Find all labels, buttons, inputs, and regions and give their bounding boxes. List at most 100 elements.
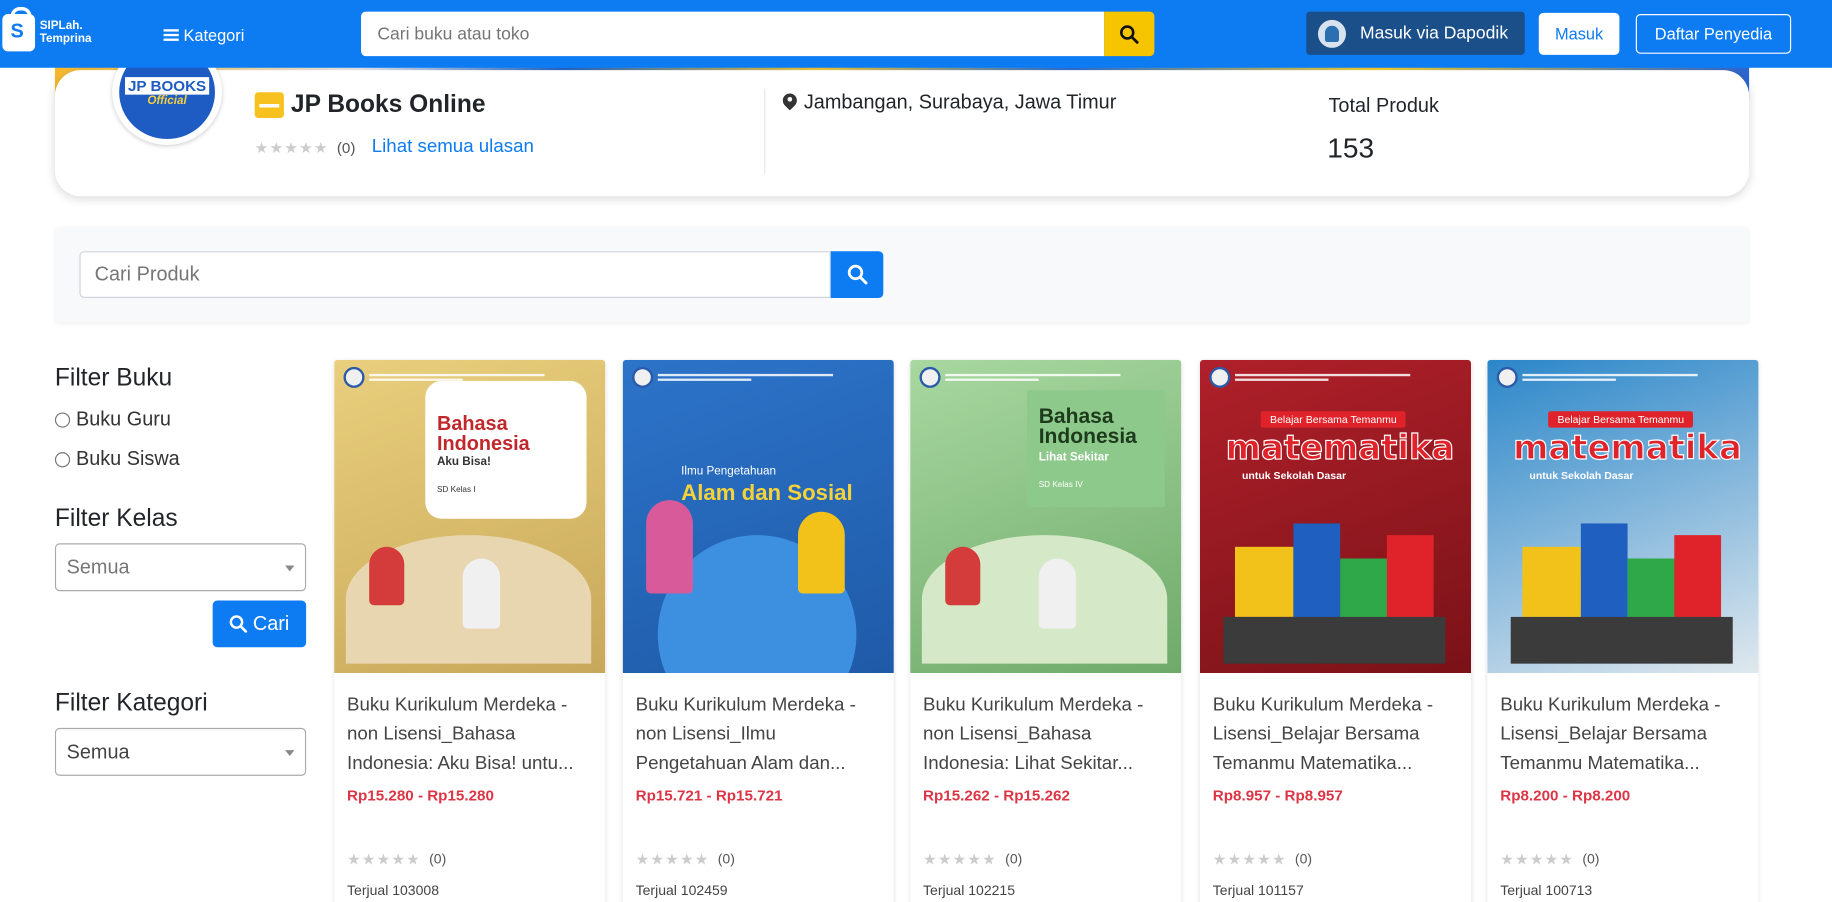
ministry-seal-icon [343,366,365,388]
radio-label: Buku Guru [75,407,171,430]
star-rating-icon: ★ ★ ★ ★ ★ [923,850,996,868]
dropdown-arrow-icon [285,750,295,756]
total-products-value: 153 [1327,133,1375,165]
kategori-menu[interactable]: Kategori [163,25,245,45]
product-sold-count: Terjual 102459 [635,882,728,899]
map-pin-icon [783,93,797,112]
product-rating-count: (0) [717,850,735,867]
global-search-button[interactable] [1104,11,1155,57]
kelas-selected-value: Semua [66,555,130,578]
product-sold-count: Terjual 103008 [347,882,440,899]
product-rating: ★ ★ ★ ★ ★ (0) [347,851,446,867]
ministry-seal-icon [1496,366,1518,388]
product-card[interactable]: Bahasa Indonesia Lihat Sekitar SD Kelas … [910,359,1182,902]
ministry-seal-icon [1209,366,1231,388]
product-card[interactable]: Belajar Bersama Temanmu matematika untuk… [1487,359,1759,902]
cover-subtitle: Aku Bisa! [436,455,491,469]
kelas-select[interactable]: Semua [54,543,307,592]
product-title[interactable]: Buku Kurikulum Merdeka - non Lisensi_Bah… [923,691,1171,779]
register-provider-button[interactable]: Daftar Penyedia [1635,14,1792,54]
cover-subtitle: Lihat Sekitar [1038,451,1109,464]
dapodik-label: Masuk via Dapodik [1360,23,1509,44]
dropdown-arrow-icon [285,565,295,572]
product-rating-count: (0) [1294,850,1313,867]
view-reviews-link[interactable]: Lihat semua ulasan [372,137,534,158]
cover-subtitle: untuk Sekolah Dasar [1242,469,1347,482]
avatar-official: Official [147,94,187,108]
ministry-header [919,366,1121,388]
product-price: Rp15.262 - Rp15.262 [923,786,1070,804]
book-cover-image[interactable]: Belajar Bersama Temanmu matematika untuk… [1487,359,1759,673]
cover-title: Bahasa Indonesia [1038,404,1137,448]
book-cover-image[interactable]: Bahasa Indonesia Lihat Sekitar SD Kelas … [910,359,1182,673]
product-sold-count: Terjual 101157 [1212,882,1304,899]
ministry-header [632,366,834,388]
logo-line2: Temprina [39,32,92,46]
star-rating-icon: ★ ★ ★ ★ ★ [1212,850,1286,868]
product-rating: ★ ★ ★ ★ ★ (0) [636,851,735,867]
cover-title: Alam dan Sosial [681,481,853,506]
product-card[interactable]: Ilmu Pengetahuan Alam dan Sosial Buku Ku… [622,359,894,902]
product-price: Rp15.280 - Rp15.280 [347,786,494,804]
location-text: Jambangan, Surabaya, Jawa Timur [803,91,1117,114]
store-rating-count: (0) [336,138,356,156]
ministry-header [1496,366,1698,388]
kategori-selected-value: Semua [66,740,130,763]
cover-subtitle: Ilmu Pengetahuan [681,465,777,478]
product-price: Rp8.957 - Rp8.957 [1212,786,1343,804]
filter-search-button[interactable]: Cari [212,600,307,648]
cover-illustration [1223,500,1446,664]
product-rating: ★ ★ ★ ★ ★ (0) [1213,851,1312,867]
siplah-logo[interactable]: SIPLah. Temprina [2,7,92,52]
book-cover-image[interactable]: Ilmu Pengetahuan Alam dan Sosial [622,359,894,673]
product-title[interactable]: Buku Kurikulum Merdeka - Lisensi_Belajar… [1213,691,1461,779]
cover-series: Belajar Bersama Temanmu [1548,411,1694,428]
cover-series: Belajar Bersama Temanmu [1260,411,1407,428]
cover-title: Bahasa Indonesia [436,412,530,455]
product-title[interactable]: Buku Kurikulum Merdeka - Lisensi_Belajar… [1500,691,1748,779]
kategori-select[interactable]: Semua [54,727,307,776]
product-card[interactable]: Bahasa Indonesia Aku Bisa! SD Kelas I Bu… [334,359,606,902]
store-rating: ★ ★ ★ ★ ★ (0) Lihat semua ulasan [255,137,534,158]
book-cover-image[interactable]: Bahasa Indonesia Aku Bisa! SD Kelas I [334,359,606,673]
cari-label: Cari [252,612,290,635]
star-rating-icon: ★ ★ ★ ★ ★ [347,850,420,868]
store-name: JP Books Online [290,91,486,119]
dapodik-login-button[interactable]: Masuk via Dapodik [1306,11,1525,55]
ministry-seal-icon [919,366,941,388]
shopping-bag-icon [2,7,36,52]
search-icon [1120,24,1139,44]
page: SIPLah. Temprina Kategori Masuk via Dapo… [0,0,1832,902]
product-rating: ★ ★ ★ ★ ★ (0) [1500,851,1599,867]
list-icon [163,28,179,42]
product-rating-count: (0) [1005,850,1023,867]
radio-label: Buku Siswa [75,447,180,470]
store-info-card [54,70,1750,197]
ministry-seal-icon [632,366,654,388]
tut-wuri-handayani-icon [1317,19,1346,48]
cover-grade: SD Kelas I [436,486,476,495]
top-navbar: SIPLah. Temprina Kategori Masuk via Dapo… [0,0,1832,68]
star-rating-icon: ★ ★ ★ ★ ★ [635,850,709,868]
search-icon [847,264,867,285]
book-cover-image[interactable]: Belajar Bersama Temanmu matematika untuk… [1199,359,1472,673]
radio-buku-siswa[interactable]: Buku Siswa [54,447,180,470]
cover-grade: SD Kelas IV [1038,481,1083,490]
product-card[interactable]: Belajar Bersama Temanmu matematika untuk… [1199,359,1472,902]
radio-buku-guru[interactable]: Buku Guru [54,407,171,431]
store-location: Jambangan, Surabaya, Jawa Timur [783,91,1116,114]
ministry-header [1209,366,1411,388]
product-search-input[interactable] [79,251,831,298]
filter-buku-title: Filter Buku [54,364,173,392]
product-title[interactable]: Buku Kurikulum Merdeka - non Lisensi_Ilm… [636,691,884,779]
product-title[interactable]: Buku Kurikulum Merdeka - non Lisensi_Bah… [347,691,595,779]
login-button[interactable]: Masuk [1538,12,1620,55]
store-icon [254,92,284,119]
store-name-row: JP Books Online [254,91,486,119]
star-rating-icon: ★ ★ ★ ★ ★ [254,138,328,156]
global-search-input[interactable] [361,11,1105,57]
product-search-button[interactable] [830,251,884,298]
product-rating-count: (0) [429,850,447,867]
avatar-brand: JP BOOKS [124,77,210,95]
kategori-label: Kategori [183,25,245,45]
